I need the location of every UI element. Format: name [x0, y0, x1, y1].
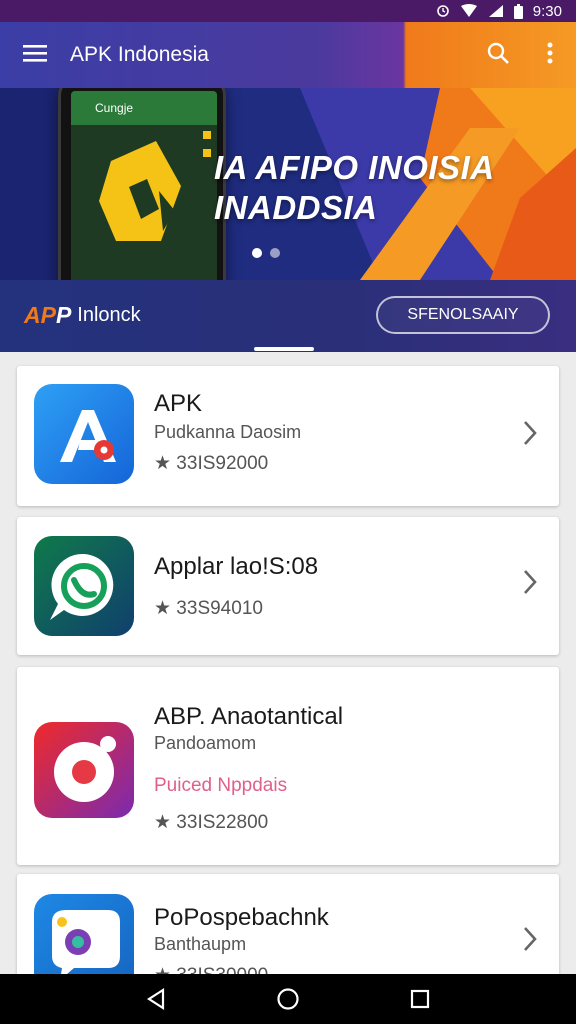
search-icon — [486, 41, 510, 70]
signal-icon — [488, 4, 504, 18]
phone-screen: Cungje — [71, 91, 217, 297]
brand-mark: APP Inlonck — [24, 302, 141, 329]
status-time: 9:30 — [532, 2, 562, 20]
search-button[interactable] — [472, 22, 524, 88]
more-vert-icon — [547, 42, 553, 69]
app-rating: ★ 33IS22800 — [154, 812, 269, 833]
app-tag: Puiced Nppdais — [154, 775, 288, 796]
home-button[interactable] — [268, 979, 308, 1019]
carousel-dots — [252, 248, 280, 258]
chevron-right-icon[interactable] — [519, 418, 541, 448]
system-nav-bar — [0, 974, 576, 1024]
app-subtitle: Pandoamom — [154, 733, 257, 753]
app-rating: ★ 33IS92000 — [154, 453, 269, 474]
carousel-dot[interactable] — [270, 248, 280, 258]
app-bar: APK Indonesia — [0, 22, 576, 88]
banner-headline-line1: IA AFIPO INOISIA — [214, 149, 495, 186]
home-circle-icon — [277, 988, 299, 1010]
alarm-icon — [436, 4, 450, 18]
hamburger-icon — [23, 44, 47, 67]
battery-icon — [513, 3, 523, 19]
overflow-menu-button[interactable] — [524, 22, 576, 88]
app-rating: ★ 33S94010 — [154, 598, 263, 619]
app-icon-apk — [34, 384, 134, 484]
app-card[interactable]: APK Pudkanna Daosim ★ 33IS92000 — [17, 366, 559, 506]
app-subtitle: Banthaupm — [154, 934, 247, 954]
app-title: PoPospebachnk — [154, 904, 329, 931]
chevron-right-icon[interactable] — [519, 567, 541, 597]
app-title: ABP. Anaotantical — [154, 703, 344, 730]
back-button[interactable] — [136, 979, 176, 1019]
phone-app-logo-icon — [99, 131, 211, 241]
banner-headline: IA AFIPO INOISIA INADDSIA — [214, 148, 495, 228]
tab-indicator — [254, 347, 314, 351]
app-icon-camera — [34, 722, 134, 818]
recents-square-icon — [410, 989, 430, 1009]
banner-cta-button[interactable]: SFENOLSAAIY — [376, 296, 550, 334]
carousel-dot[interactable] — [252, 248, 262, 258]
app-title: APK Indonesia — [70, 43, 209, 66]
back-triangle-icon — [146, 987, 165, 1011]
wifi-icon — [460, 4, 478, 18]
app-title: Applar lao!S:08 — [154, 553, 319, 580]
menu-button[interactable] — [0, 22, 70, 88]
app-card[interactable]: ABP. Anaotantical Pandoamom Puiced Nppda… — [17, 667, 559, 865]
brand-name: Inlonck — [77, 304, 141, 326]
app-icon-whatsapp — [34, 536, 134, 636]
banner-headline-line2: INADDSIA — [214, 189, 378, 226]
app-card[interactable]: Applar lao!S:08 ★ 33S94010 — [17, 517, 559, 655]
app-subtitle: Pudkanna Daosim — [154, 422, 302, 442]
app-title: APK — [154, 390, 203, 417]
chevron-right-icon[interactable] — [519, 924, 541, 954]
status-bar: 9:30 — [0, 0, 576, 22]
brand-logo: APP — [24, 302, 72, 328]
promo-banner[interactable]: Cungje ↩⌂▭ IA AFIPO INOISIA INADDSIA APP… — [0, 88, 576, 352]
recents-button[interactable] — [400, 979, 440, 1019]
